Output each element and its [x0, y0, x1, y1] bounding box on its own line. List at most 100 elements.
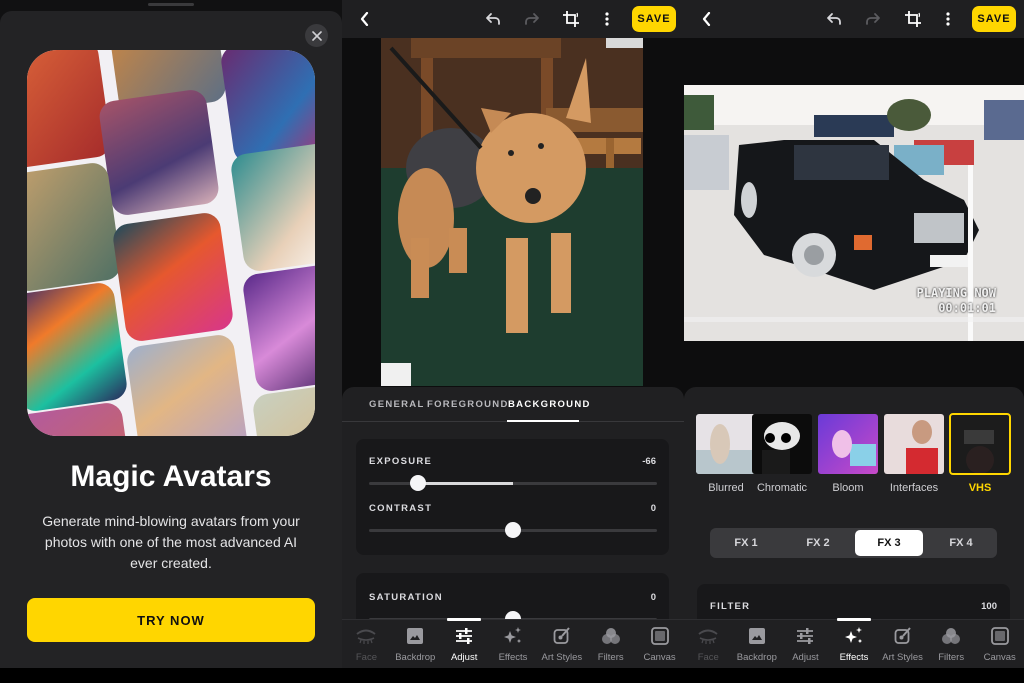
sheet-grabber[interactable] — [148, 3, 194, 6]
system-bar — [342, 668, 684, 683]
more-button[interactable] — [596, 8, 618, 30]
adjust-editor-screen: SAVE GENERAL FOREGROUND BACKGROUND EXPOS… — [342, 0, 684, 683]
nav-item-face[interactable]: Face — [342, 626, 390, 663]
more-vertical-icon — [946, 12, 950, 26]
tab-foreground[interactable]: FOREGROUND — [427, 399, 509, 410]
crop-button[interactable] — [902, 8, 924, 30]
adjust-panel: GENERAL FOREGROUND BACKGROUND EXPOSURE -… — [342, 387, 684, 653]
nav-item-filters[interactable]: Filters — [927, 626, 975, 663]
nav-item-label: Backdrop — [395, 652, 436, 663]
paintbrush-icon — [879, 626, 927, 646]
nav-item-label: Canvas — [643, 652, 676, 663]
crop-button[interactable] — [560, 8, 582, 30]
nav-item-label: Art Styles — [541, 652, 583, 663]
fx-variant-2[interactable]: FX 2 — [784, 530, 852, 556]
save-button[interactable]: SAVE — [632, 6, 676, 32]
effect-label-vhs[interactable]: VHS — [942, 482, 1018, 494]
avatar-tile — [111, 211, 235, 343]
effect-preview-interfaces — [884, 414, 944, 474]
promo-description: Generate mind-blowing avatars from your … — [42, 513, 300, 571]
undo-button[interactable] — [482, 8, 504, 30]
effect-thumb-vhs[interactable] — [949, 413, 1011, 475]
vhs-status-text: PLAYING NOW — [916, 286, 996, 300]
nav-item-backdrop[interactable]: Backdrop — [391, 626, 439, 663]
nav-item-art-styles[interactable]: Art Styles — [538, 626, 586, 663]
photo-canvas[interactable] — [342, 38, 684, 390]
effect-preview-vhs — [950, 414, 1010, 474]
nav-item-label: Effects — [498, 652, 528, 663]
fx-variant-4[interactable]: FX 4 — [927, 530, 995, 556]
back-button[interactable] — [354, 8, 376, 30]
close-button[interactable] — [305, 24, 328, 47]
effect-thumb-interfaces[interactable] — [884, 414, 944, 474]
effect-preview-bloom — [818, 414, 878, 474]
undo-icon — [827, 13, 841, 25]
avatar-tile — [97, 88, 221, 217]
crop-rotate-icon — [563, 11, 579, 27]
promo-title: Magic Avatars — [70, 460, 272, 493]
redo-button[interactable] — [521, 8, 543, 30]
chevron-left-icon — [702, 12, 711, 26]
avatar-tile — [27, 161, 123, 293]
magic-avatars-screen: Magic Avatars Generate mind-blowing avat… — [0, 0, 342, 683]
effect-thumb-chromatic[interactable] — [752, 414, 812, 474]
contrast-slider-thumb[interactable] — [505, 522, 521, 538]
editor-toolbar: SAVE — [342, 0, 684, 38]
effect-label-chromatic[interactable]: Chromatic — [744, 482, 820, 494]
redo-button[interactable] — [862, 8, 884, 30]
fx-variant-3[interactable]: FX 3 — [855, 530, 923, 556]
nav-item-canvas[interactable]: Canvas — [636, 626, 684, 663]
canvas-square-icon — [976, 626, 1024, 646]
paintbrush-icon — [538, 626, 586, 646]
more-vertical-icon — [605, 12, 609, 26]
nav-item-backdrop[interactable]: Backdrop — [733, 626, 781, 663]
system-bar — [684, 668, 1024, 683]
fx-variant-1[interactable]: FX 1 — [712, 530, 780, 556]
saturation-value: 0 — [650, 592, 656, 603]
nav-item-label: Face — [355, 652, 377, 663]
circles-icon — [587, 626, 635, 646]
image-icon — [733, 626, 781, 646]
exposure-label: EXPOSURE — [369, 456, 433, 467]
sparkles-icon — [489, 626, 537, 646]
nav-item-art-styles[interactable]: Art Styles — [879, 626, 927, 663]
nav-item-label: Face — [697, 652, 719, 663]
contrast-slider[interactable] — [369, 522, 657, 538]
active-nav-indicator — [447, 618, 482, 621]
save-button[interactable]: SAVE — [972, 6, 1016, 32]
exposure-slider-thumb[interactable] — [409, 475, 426, 491]
nav-item-filters[interactable]: Filters — [587, 626, 635, 663]
nav-item-face[interactable]: Face — [684, 626, 732, 663]
contrast-label: CONTRAST — [369, 503, 433, 514]
close-icon — [311, 30, 322, 41]
adjust-tabs: GENERAL FOREGROUND BACKGROUND — [342, 387, 684, 422]
nav-item-label: Art Styles — [882, 652, 923, 663]
nav-item-canvas[interactable]: Canvas — [976, 626, 1024, 663]
try-now-button[interactable]: TRY NOW — [27, 598, 315, 642]
nav-item-adjust[interactable]: Adjust — [781, 626, 829, 663]
tab-background[interactable]: BACKGROUND — [508, 399, 591, 410]
undo-button[interactable] — [823, 8, 845, 30]
exposure-slider[interactable] — [369, 475, 657, 491]
nav-item-effects[interactable]: Effects — [489, 626, 537, 663]
back-button[interactable] — [696, 8, 718, 30]
sliders-icon — [781, 626, 829, 646]
redo-icon — [866, 13, 880, 25]
circles-icon — [927, 626, 975, 646]
effect-thumb-blurred[interactable] — [696, 414, 756, 474]
effect-label-bloom[interactable]: Bloom — [810, 482, 886, 494]
fx-variant-selector: FX 1 FX 2 FX 3 FX 4 — [710, 528, 997, 558]
effects-panel: Blurred Chromatic Bloom Interfaces VHS F… — [684, 387, 1024, 644]
tab-general[interactable]: GENERAL — [369, 399, 425, 410]
nav-item-label: Adjust — [792, 652, 819, 663]
more-button[interactable] — [937, 8, 959, 30]
photo-canvas[interactable]: PLAYING NOW 00:01:01 — [684, 38, 1024, 390]
editor-toolbar: SAVE — [684, 0, 1024, 38]
effect-preview-chromatic — [752, 414, 812, 474]
nav-item-adjust[interactable]: Adjust — [440, 626, 488, 663]
effect-thumb-bloom[interactable] — [818, 414, 878, 474]
effect-label-interfaces[interactable]: Interfaces — [876, 482, 952, 494]
avatar-tile — [125, 333, 249, 436]
nav-item-effects[interactable]: Effects — [830, 626, 878, 663]
dog-photo — [381, 38, 643, 386]
